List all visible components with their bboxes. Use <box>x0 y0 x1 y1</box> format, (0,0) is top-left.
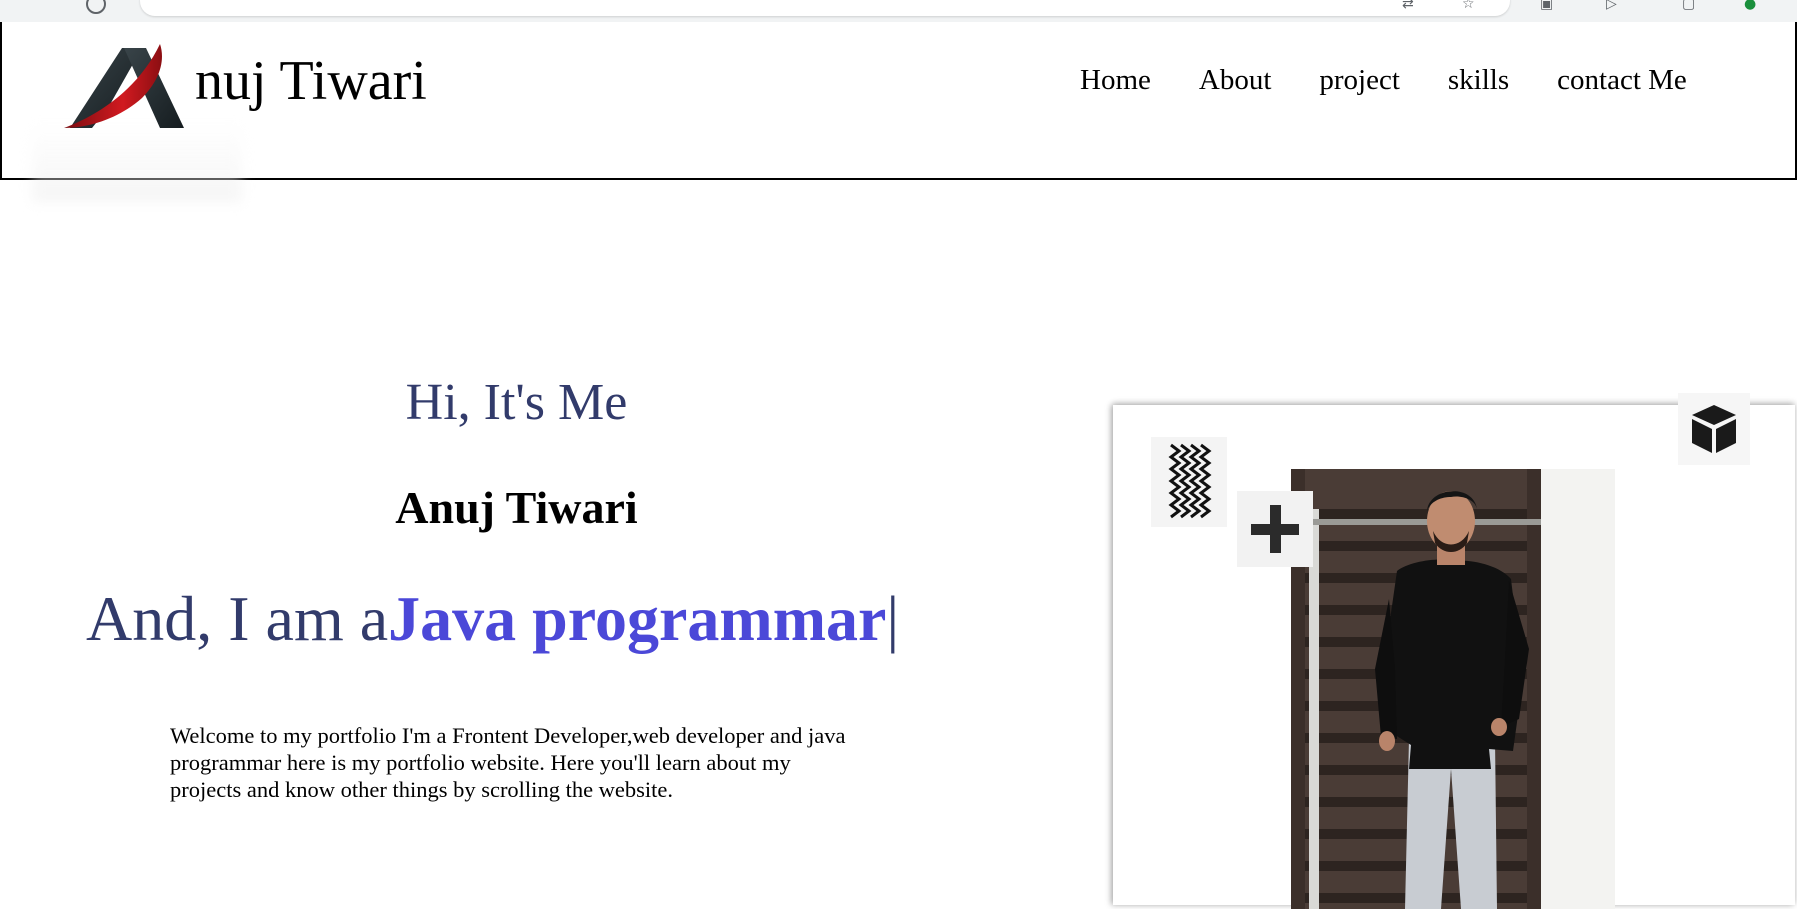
zigzag-icon <box>1151 437 1227 527</box>
profile-icon[interactable]: ● <box>1744 0 1760 12</box>
main-nav: Home About project skills contact Me <box>1080 60 1687 100</box>
brand-name: nuj Tiwari <box>195 50 427 112</box>
extensions-icon[interactable]: ▣ <box>1540 0 1556 12</box>
typing-cursor: | <box>886 583 900 654</box>
photo-card <box>1113 393 1795 909</box>
reload-icon[interactable] <box>86 0 106 14</box>
media-icon[interactable]: ▷ <box>1606 0 1622 12</box>
nav-contact[interactable]: contact Me <box>1557 60 1687 100</box>
hero-name: Anuj Tiwari <box>395 482 638 533</box>
profile-photo <box>1291 469 1615 909</box>
nav-about[interactable]: About <box>1199 60 1272 100</box>
nav-project[interactable]: project <box>1319 60 1400 100</box>
translate-icon[interactable]: ⇄ <box>1402 0 1418 12</box>
bookmark-icon[interactable]: ☆ <box>1462 0 1478 12</box>
plus-icon <box>1237 491 1313 567</box>
anuj-logo-icon[interactable] <box>62 42 190 134</box>
role-typed-text: Java programmar <box>388 583 887 654</box>
hero-greeting: Hi, It's Me <box>405 374 628 431</box>
cube-icon <box>1678 393 1750 465</box>
hero-role-line: And, I am aJava programmar| <box>86 578 899 660</box>
hero-description: Welcome to my portfolio I'm a Frontent D… <box>170 723 846 802</box>
downloads-icon[interactable]: ▢ <box>1682 0 1698 12</box>
role-prefix: And, I am a <box>86 583 389 654</box>
site-header: nuj Tiwari Home About project skills con… <box>0 22 1797 202</box>
nav-home[interactable]: Home <box>1080 60 1151 100</box>
address-bar[interactable] <box>140 0 1510 16</box>
browser-toolbar: ⇄ ☆ ▣ ▷ ▢ ● <box>0 0 1797 22</box>
nav-skills[interactable]: skills <box>1448 60 1509 100</box>
